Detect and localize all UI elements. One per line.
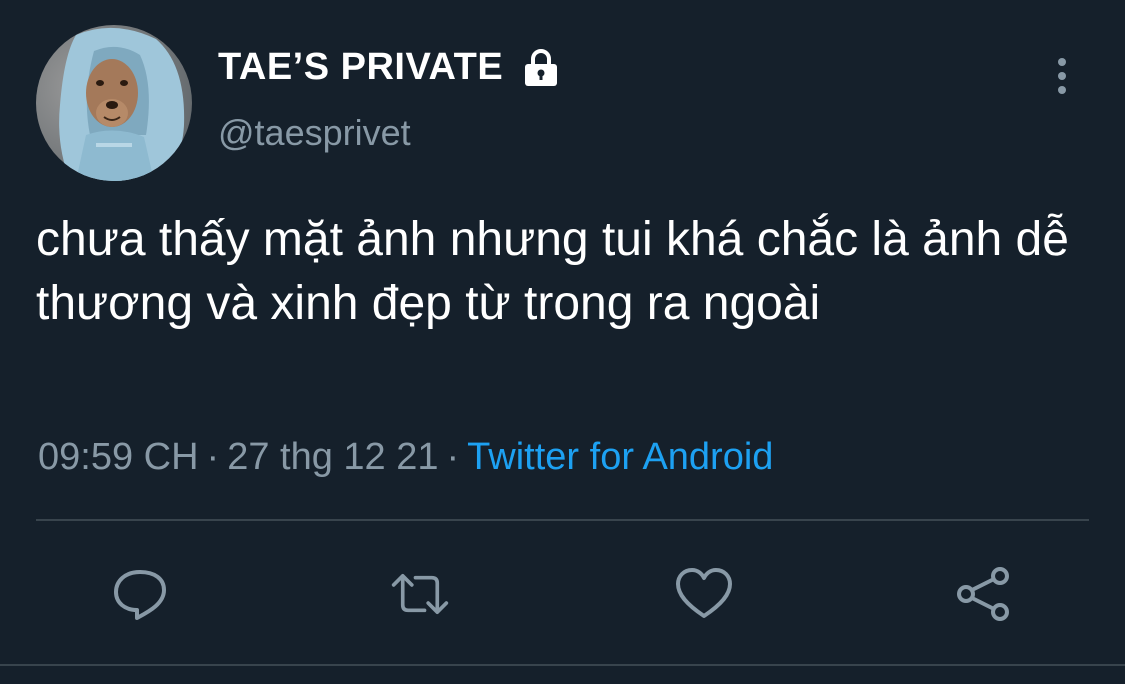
retweet-icon — [391, 573, 449, 614]
tweet-date: 27 thg 12 21 — [227, 436, 439, 478]
avatar[interactable] — [36, 25, 192, 181]
meta-separator: · — [446, 436, 460, 478]
tweet-source-link[interactable]: Twitter for Android — [467, 436, 773, 478]
more-vertical-icon[interactable] — [1046, 54, 1078, 98]
meta-separator: · — [206, 436, 220, 478]
heart-icon — [676, 568, 732, 618]
tweet-time: 09:59 CH — [38, 436, 199, 478]
tweet-meta: 09:59 CH · 27 thg 12 21 · Twitter for Androi… — [38, 436, 773, 479]
display-name[interactable]: TAE’S PRIVATE — [218, 46, 503, 89]
share-button[interactable] — [954, 566, 1014, 622]
lock-icon — [525, 49, 558, 86]
tweet-text: chưa thấy mặt ảnh nhưng tui khá chắc là … — [36, 213, 1069, 330]
user-name-row[interactable]: TAE’S PRIVATE — [218, 44, 561, 90]
reply-button[interactable] — [110, 566, 170, 622]
share-icon — [957, 567, 1009, 621]
reply-icon — [114, 570, 166, 620]
user-handle[interactable]: @taesprivet — [218, 112, 411, 154]
like-button[interactable] — [674, 566, 734, 622]
divider-bottom — [0, 664, 1125, 666]
divider — [36, 519, 1089, 521]
retweet-button[interactable] — [390, 566, 450, 622]
dog-avatar-image — [36, 25, 192, 181]
